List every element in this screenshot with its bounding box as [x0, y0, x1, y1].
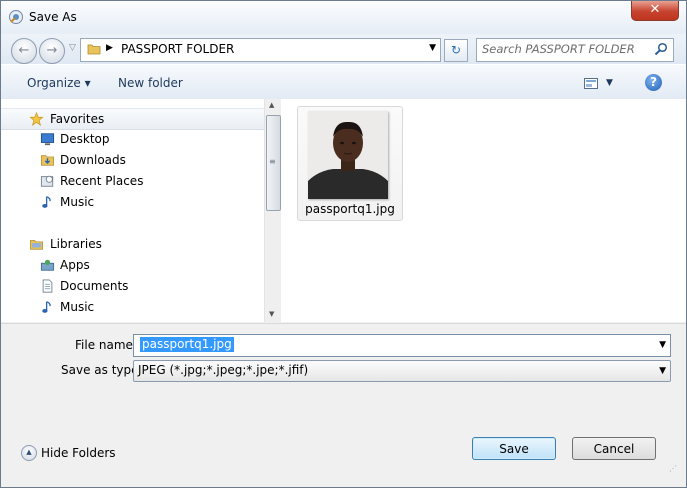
save-as-type-dropdown-icon[interactable]: ▼	[659, 366, 666, 376]
view-options-caret-icon[interactable]: ▼	[606, 78, 613, 88]
nav-pane-scrollbar[interactable]: ▲ ≡ ▼	[264, 99, 281, 322]
scroll-down-icon[interactable]: ▼	[269, 310, 274, 318]
nav-libraries[interactable]: Libraries	[1, 234, 264, 254]
downloads-folder-icon	[41, 155, 54, 166]
nav-recent-places-label: Recent Places	[60, 174, 144, 188]
file-name-value[interactable]: passportq1.jpg	[140, 337, 234, 352]
nav-desktop[interactable]: Desktop	[1, 129, 264, 149]
close-icon: ✕	[649, 2, 661, 17]
refresh-button[interactable]: ↻	[444, 39, 468, 62]
nav-favorites[interactable]: Favorites	[1, 108, 264, 130]
nav-documents[interactable]: Documents	[1, 276, 264, 296]
change-view-icon[interactable]	[584, 78, 598, 89]
search-box[interactable]	[476, 38, 674, 62]
music-note-icon	[42, 196, 51, 208]
file-name-input[interactable]: passportq1.jpg ▼	[133, 334, 671, 357]
new-folder-button[interactable]: New folder	[118, 76, 183, 90]
file-item-passportq1[interactable]: passportq1.jpg	[297, 106, 403, 221]
save-fields: File name: passportq1.jpg ▼ Save as type…	[1, 323, 686, 388]
nav-music-library[interactable]: Music	[1, 297, 264, 317]
nav-music-label: Music	[60, 195, 95, 209]
breadcrumb-passport-folder[interactable]: PASSPORT FOLDER	[121, 42, 234, 56]
forward-button[interactable]: →	[39, 38, 65, 64]
address-row: ← → ▽ ▶ PASSPORT FOLDER ▼ ↻	[1, 34, 686, 64]
scroll-up-icon[interactable]: ▲	[269, 101, 274, 109]
title-bar: Save As ✕	[1, 1, 686, 34]
command-toolbar: Organize ▾ New folder ▼ ?	[1, 64, 686, 100]
nav-downloads-label: Downloads	[60, 153, 126, 167]
close-button[interactable]: ✕	[631, 1, 679, 21]
recent-pages-caret-icon[interactable]: ▽	[69, 43, 76, 53]
save-as-type-select[interactable]: JPEG (*.jpg;*.jpeg;*.jpe;*.jfif) ▼	[133, 360, 671, 382]
nav-documents-label: Documents	[60, 279, 129, 293]
nav-recent-places[interactable]: Recent Places	[1, 171, 264, 191]
search-icon[interactable]	[654, 42, 668, 56]
save-button[interactable]: Save	[472, 437, 556, 460]
documents-icon	[42, 279, 53, 293]
hide-folders-button[interactable]: Hide Folders	[41, 446, 116, 460]
dialog-footer: ▲ Hide Folders Save Cancel ⋰	[1, 388, 686, 487]
search-input[interactable]	[482, 41, 647, 57]
nav-apps-label: Apps	[60, 258, 90, 272]
navigation-pane: Favorites Desktop Downloads Recent Place…	[1, 99, 264, 322]
forward-arrow-icon: →	[46, 43, 58, 58]
nav-favorites-label: Favorites	[50, 112, 105, 126]
file-thumbnail	[308, 111, 388, 199]
desktop-icon	[40, 133, 55, 146]
nav-libraries-label: Libraries	[50, 237, 102, 251]
breadcrumb-arrow-icon[interactable]: ▶	[106, 43, 113, 53]
star-icon	[29, 112, 44, 126]
recent-places-icon	[40, 175, 54, 187]
file-name-label: passportq1.jpg	[305, 202, 395, 216]
save-as-type-value: JPEG (*.jpg;*.jpeg;*.jpe;*.jfif)	[138, 363, 309, 377]
nav-desktop-label: Desktop	[60, 132, 110, 146]
app-icon	[9, 10, 23, 24]
portrait-photo-icon	[308, 111, 388, 199]
scrollbar-grip-icon: ≡	[269, 157, 276, 166]
help-icon[interactable]: ?	[645, 74, 662, 91]
file-list-pane: passportq1.jpg	[281, 99, 686, 322]
hide-folders-chevron-icon[interactable]: ▲	[21, 445, 37, 461]
file-name-label: File name:	[75, 338, 137, 352]
nav-apps[interactable]: Apps	[1, 255, 264, 275]
file-name-dropdown-icon[interactable]: ▼	[659, 340, 666, 350]
back-arrow-icon: ←	[18, 43, 30, 58]
organize-menu[interactable]: Organize ▾	[27, 76, 91, 90]
apps-library-icon	[40, 259, 55, 271]
refresh-icon: ↻	[450, 43, 462, 57]
save-as-dialog: Save As ✕ ← → ▽ ▶ PASSPORT FOLDER ▼ ↻ Se…	[0, 0, 687, 488]
music-note-icon	[42, 301, 51, 313]
nav-music[interactable]: Music	[1, 192, 264, 212]
address-bar[interactable]: ▶ PASSPORT FOLDER ▼	[80, 38, 441, 62]
back-button[interactable]: ←	[11, 38, 37, 64]
folder-icon	[87, 44, 101, 55]
window-title: Save As	[29, 10, 77, 24]
resize-grip-icon[interactable]: ⋰	[669, 464, 681, 476]
address-dropdown-icon[interactable]: ▼	[429, 43, 436, 53]
save-as-type-label: Save as type:	[61, 363, 143, 377]
cancel-button[interactable]: Cancel	[572, 437, 656, 460]
nav-downloads[interactable]: Downloads	[1, 150, 264, 170]
libraries-icon	[30, 240, 43, 250]
nav-music-library-label: Music	[60, 300, 95, 314]
